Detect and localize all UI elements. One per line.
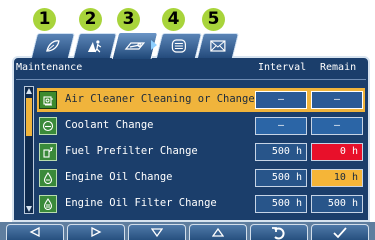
maintenance-row-fuel-prefilter[interactable]: Fuel Prefilter Change 500 h 0 h [37,140,365,164]
engine-oil-icon [39,169,57,187]
maintenance-row-coolant[interactable]: Coolant Change — — [37,114,365,138]
tab-5[interactable] [196,33,240,58]
remain-cell: — [311,117,363,135]
interval-cell: 500 h [255,195,307,213]
tab-number-badge-5: 5 [202,8,225,31]
row-label: Air Cleaner Cleaning or Change [65,93,255,105]
remain-cell-alert: 0 h [311,143,363,161]
tab-1[interactable] [30,33,76,58]
interval-cell: 500 h [255,143,307,161]
maintenance-row-air-cleaner[interactable]: Air Cleaner Cleaning or Change — — [37,88,365,112]
maintenance-row-engine-oil[interactable]: Engine Oil Change 500 h 10 h [37,166,365,190]
column-header-maintenance: Maintenance [16,62,83,73]
column-header-remain: Remain [320,62,357,73]
column-header-interval: Interval [258,62,307,73]
air-cleaner-icon [39,91,57,109]
remain-cell: — [311,91,363,109]
row-label: Fuel Prefilter Change [65,145,198,157]
interval-cell: — [255,91,307,109]
confirm-button[interactable] [311,224,369,240]
tab-number-badge-4: 4 [162,8,185,31]
triangle-right-icon [91,227,102,237]
worker-service-icon [87,40,102,53]
row-label: Coolant Change [65,119,154,131]
left-button[interactable] [6,224,64,240]
row-label: Engine Oil Filter Change [65,197,217,209]
remain-cell-warning: 10 h [311,169,363,187]
maintenance-row-engine-oil-filter[interactable]: Engine Oil Filter Change 500 h 500 h [37,192,365,216]
tab-number-badge-3: 3 [117,8,140,31]
fuel-prefilter-icon [39,143,57,161]
scrollbar-thumb[interactable] [26,98,32,136]
scroll-up-arrow-icon[interactable] [26,88,32,94]
tab-4[interactable] [155,33,203,58]
maintenance-wrench-icon [124,42,146,50]
remain-cell: 500 h [311,195,363,213]
interval-cell: — [255,117,307,135]
interval-cell: 500 h [255,169,307,187]
up-button[interactable] [189,224,247,240]
engine-oil-filter-icon [39,195,57,213]
triangle-up-icon [212,227,224,237]
scroll-down-arrow-icon[interactable] [26,206,32,212]
row-label: Engine Oil Change [65,171,173,183]
triangle-down-icon [151,228,163,237]
tab-number-badge-2: 2 [79,8,102,31]
triangle-left-icon [29,227,40,237]
right-button[interactable] [67,224,125,240]
envelope-icon [210,40,226,52]
active-tab-indicator [151,40,157,50]
list-menu-icon [171,39,186,53]
leaf-eco-icon [46,40,60,52]
checkmark-icon [333,227,347,239]
tab-number-badge-1: 1 [33,8,56,31]
return-arrow-icon [272,227,285,240]
header-divider [16,79,366,80]
back-button[interactable] [250,224,308,240]
coolant-icon [39,117,57,135]
tab-2[interactable] [72,33,118,58]
down-button[interactable] [128,224,186,240]
